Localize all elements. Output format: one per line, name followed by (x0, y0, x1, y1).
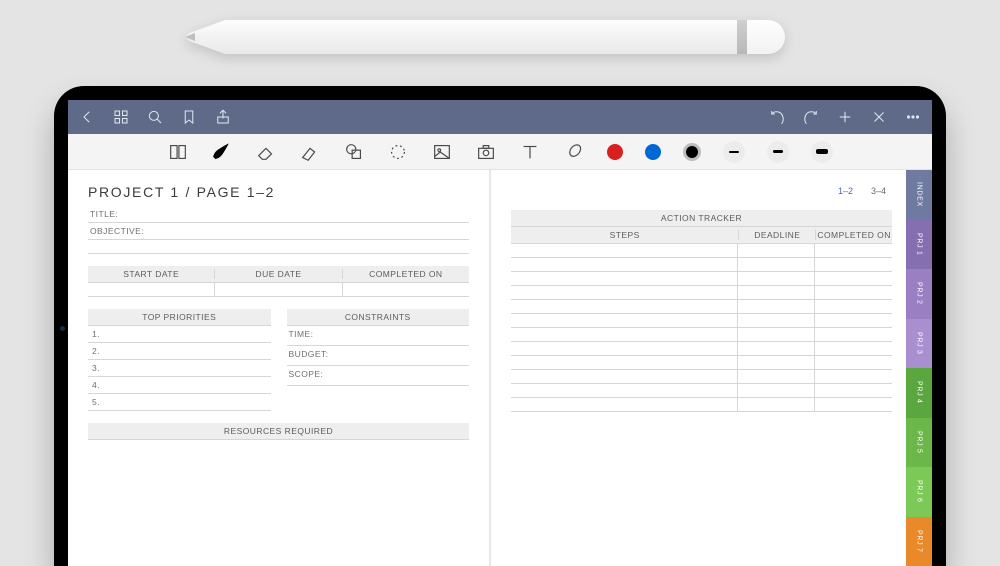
highlighter-tool-icon[interactable] (299, 141, 321, 163)
add-icon[interactable] (836, 108, 854, 126)
completed-on-header: COMPLETED ON (343, 269, 469, 279)
page-view-icon[interactable] (167, 141, 189, 163)
priorities-header: TOP PRIORITIES (88, 309, 271, 326)
tab-index[interactable]: INDEX (906, 170, 932, 220)
shapes-tool-icon[interactable] (343, 141, 365, 163)
color-swatch-black[interactable] (683, 143, 701, 161)
notebook-page: 1–2 3–4 PROJECT 1 / PAGE 1–2 TITLE: OBJE… (68, 170, 932, 566)
image-tool-icon[interactable] (431, 141, 453, 163)
text-tool-icon[interactable] (519, 141, 541, 163)
stroke-size-2[interactable] (767, 141, 789, 163)
tracker-row[interactable] (511, 300, 892, 314)
constraints-header: CONSTRAINTS (287, 309, 470, 326)
col-deadline: DEADLINE (739, 230, 816, 240)
page-link-current[interactable]: 1–2 (838, 186, 853, 196)
camera-dot (60, 326, 65, 331)
app-screen: 1–2 3–4 PROJECT 1 / PAGE 1–2 TITLE: OBJE… (68, 100, 932, 566)
tracker-row[interactable] (511, 328, 892, 342)
dates-row[interactable] (88, 283, 469, 297)
objective-label[interactable]: OBJECTIVE: (88, 223, 469, 240)
tab-prj-3[interactable]: PRJ 3 (906, 319, 932, 369)
redo-icon[interactable] (802, 108, 820, 126)
priority-4[interactable]: 4. (88, 377, 271, 394)
stroke-size-3[interactable] (811, 141, 833, 163)
page-links: 1–2 3–4 (838, 186, 886, 196)
tracker-row[interactable] (511, 398, 892, 412)
undo-icon[interactable] (768, 108, 786, 126)
tab-prj-6[interactable]: PRJ 6 (906, 467, 932, 517)
lasso-tool-icon[interactable] (387, 141, 409, 163)
color-swatch-blue[interactable] (645, 144, 661, 160)
tab-prj-7[interactable]: PRJ 7 (906, 517, 932, 566)
color-swatch-red[interactable] (607, 144, 623, 160)
tab-prj-2[interactable]: PRJ 2 (906, 269, 932, 319)
tracker-row[interactable] (511, 258, 892, 272)
eraser-tool-icon[interactable] (255, 141, 277, 163)
camera-tool-icon[interactable] (475, 141, 497, 163)
tracker-header: ACTION TRACKER (511, 210, 892, 227)
tracker-columns: STEPS DEADLINE COMPLETED ON (511, 227, 892, 244)
col-completed: COMPLETED ON (816, 230, 892, 240)
stroke-size-1[interactable] (723, 141, 745, 163)
priority-3[interactable]: 3. (88, 360, 271, 377)
objective-line[interactable] (88, 240, 469, 254)
tracker-row[interactable] (511, 370, 892, 384)
constraint-budget[interactable]: BUDGET: (287, 346, 470, 366)
bookmark-icon[interactable] (180, 108, 198, 126)
apps-icon[interactable] (112, 108, 130, 126)
tracker-row[interactable] (511, 342, 892, 356)
constraint-scope[interactable]: SCOPE: (287, 366, 470, 386)
priority-5[interactable]: 5. (88, 394, 271, 411)
share-icon[interactable] (214, 108, 232, 126)
more-icon[interactable] (904, 108, 922, 126)
close-icon[interactable] (870, 108, 888, 126)
side-tabs: INDEX PRJ 1 PRJ 2 PRJ 3 PRJ 4 PRJ 5 PRJ … (906, 170, 932, 566)
page-title: PROJECT 1 / PAGE 1–2 (88, 184, 469, 200)
priority-1[interactable]: 1. (88, 326, 271, 343)
left-page: PROJECT 1 / PAGE 1–2 TITLE: OBJECTIVE: S… (68, 170, 489, 566)
title-label[interactable]: TITLE: (88, 206, 469, 223)
tracker-row[interactable] (511, 314, 892, 328)
tab-prj-1[interactable]: PRJ 1 (906, 220, 932, 270)
tracker-row[interactable] (511, 384, 892, 398)
tracker-row[interactable] (511, 286, 892, 300)
link-tool-icon[interactable] (563, 141, 585, 163)
apple-pencil (185, 20, 785, 54)
tool-strip (68, 134, 932, 170)
right-page: ACTION TRACKER STEPS DEADLINE COMPLETED … (491, 170, 932, 566)
tracker-row[interactable] (511, 356, 892, 370)
ipad-frame: 1–2 3–4 PROJECT 1 / PAGE 1–2 TITLE: OBJE… (54, 86, 946, 566)
search-icon[interactable] (146, 108, 164, 126)
due-date-header: DUE DATE (215, 269, 342, 279)
priority-2[interactable]: 2. (88, 343, 271, 360)
tracker-row[interactable] (511, 244, 892, 258)
tab-prj-5[interactable]: PRJ 5 (906, 418, 932, 468)
pen-tool-icon[interactable] (211, 141, 233, 163)
app-bar (68, 100, 932, 134)
dates-header: START DATE DUE DATE COMPLETED ON (88, 266, 469, 283)
constraint-time[interactable]: TIME: (287, 326, 470, 346)
resources-header: RESOURCES REQUIRED (88, 423, 469, 440)
tracker-row[interactable] (511, 272, 892, 286)
page-link-next[interactable]: 3–4 (871, 186, 886, 196)
start-date-header: START DATE (88, 269, 215, 279)
tab-prj-4[interactable]: PRJ 4 (906, 368, 932, 418)
back-icon[interactable] (78, 108, 96, 126)
col-steps: STEPS (511, 230, 739, 240)
